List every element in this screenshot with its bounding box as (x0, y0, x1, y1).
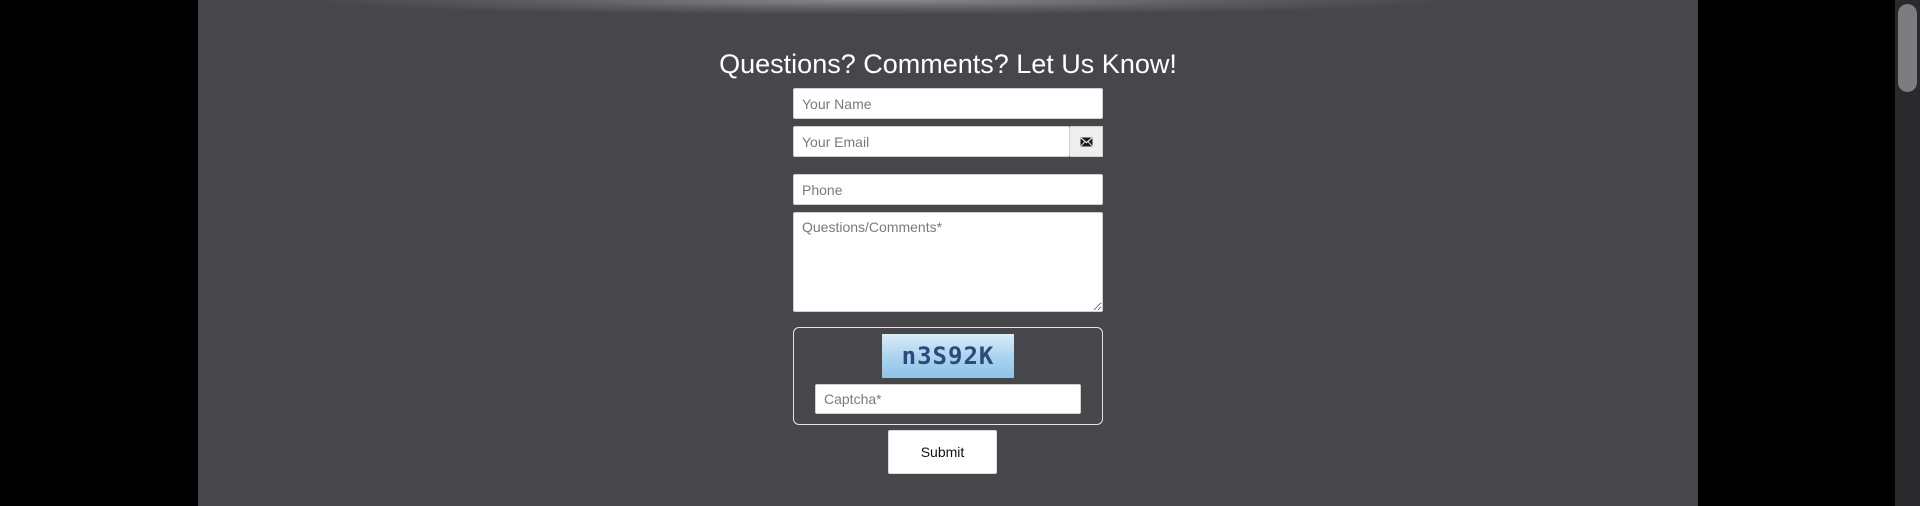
form-title: Questions? Comments? Let Us Know! (719, 49, 1177, 79)
comments-textarea[interactable] (793, 212, 1103, 312)
phone-input[interactable] (793, 174, 1103, 205)
email-input[interactable] (793, 126, 1070, 157)
scrollbar[interactable] (1895, 0, 1920, 506)
header-shadow (330, 0, 1430, 14)
envelope-icon (1070, 126, 1103, 157)
page: Questions? Comments? Let Us Know! n3S92K… (0, 0, 1920, 506)
scrollbar-thumb[interactable] (1898, 4, 1917, 92)
captcha-input[interactable] (815, 384, 1081, 414)
captcha-image: n3S92K (882, 334, 1014, 378)
captcha-text: n3S92K (901, 342, 995, 370)
submit-button[interactable]: Submit (888, 430, 997, 474)
name-input[interactable] (793, 88, 1103, 119)
